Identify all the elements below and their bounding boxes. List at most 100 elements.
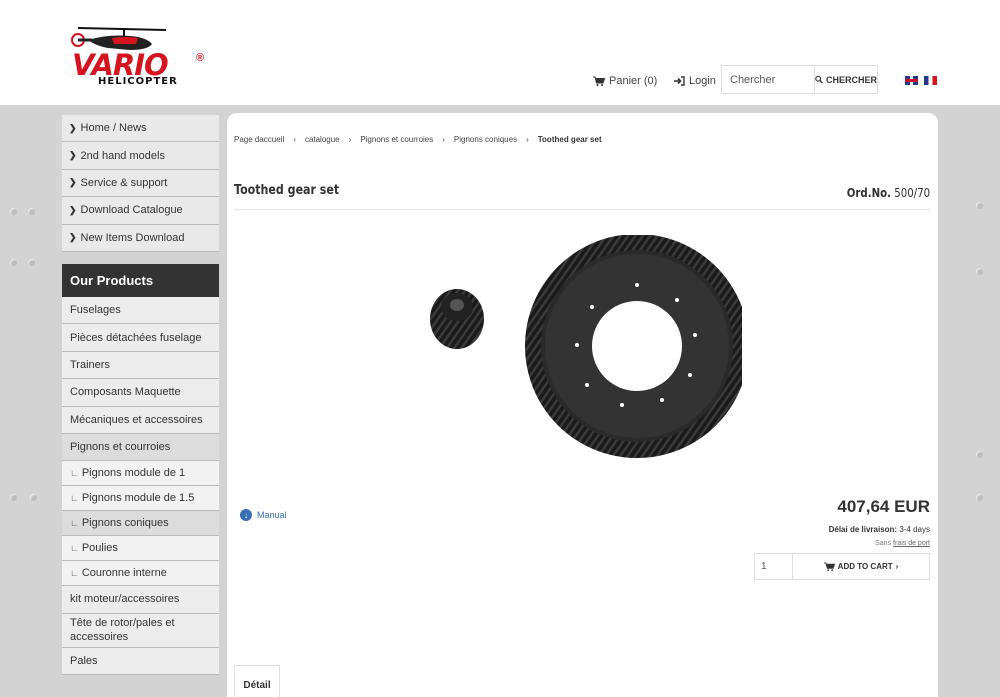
tree-branch-icon: ∟ [70,493,79,504]
category-label: Trainers [70,358,110,371]
cart-label: Panier (0) [609,75,658,87]
tree-branch-icon: ∟ [70,468,79,479]
rivet-decoration [30,494,37,501]
order-number: Ord.No. 500/70 [847,186,930,200]
subcategory-pignons-module-1-5[interactable]: ∟ Pignons module de 1.5 [62,486,219,512]
cart-link[interactable]: Panier (0) [593,75,657,87]
category-label: Mécaniques et accessoires [70,413,203,426]
breadcrumb: Page daccueil › catalogue › Pignons et cou… [234,135,602,144]
title-divider [234,209,930,210]
breadcrumb-pignons-courroies[interactable]: Pignons et courroies [360,135,433,144]
search-button[interactable]: CHERCHER [814,65,878,94]
rivet-decoration [976,268,983,275]
subcategory-pignons-coniques[interactable]: ∟ Pignons coniques [62,511,219,537]
category-label: Pales [70,654,98,667]
chevron-right-icon: ❯ [69,177,77,188]
manual-label: Manual [257,510,287,520]
product-price: 407,64 EUR [837,497,930,516]
breadcrumb-home[interactable]: Page daccueil [234,135,284,144]
delivery-time: Délai de livraison: 3-4 days [829,525,930,534]
subcategory-pignons-module-1[interactable]: ∟ Pignons module de 1 [62,461,219,487]
sidebar-item-label: Service & support [80,176,168,189]
sidebar-item-label: New Items Download [80,231,185,244]
rivet-decoration [976,451,983,458]
category-label: Composants Maquette [70,386,181,399]
category-kit-moteur[interactable]: kit moteur/accessoires [62,586,219,614]
logo-registered-mark: ® [196,52,205,64]
fr-flag-icon[interactable] [924,76,937,85]
cart-icon [593,76,605,86]
breadcrumb-catalogue[interactable]: catalogue [305,135,340,144]
chevron-right-icon: ❯ [69,122,77,133]
cart-icon [823,562,835,571]
chevron-right-icon: ❯ [69,204,77,215]
category-label: Tête de rotor/pales et accessoires [70,617,175,644]
rivet-decoration [976,202,983,209]
product-image-gear-set[interactable] [422,235,742,465]
sidebar-item-home-news[interactable]: ❯ Home / News [62,115,219,143]
tab-detail[interactable]: Détail [234,665,280,697]
sidebar-item-service-support[interactable]: ❯ Service & support [62,169,219,198]
rivet-decoration [10,494,17,501]
subcategory-label: Poulies [81,542,118,555]
category-pignons-courroies[interactable]: Pignons et courroies [62,433,219,462]
delivery-label: Délai de livraison: [828,525,898,534]
vario-logo[interactable]: VARIO ® HELICOPTER [68,22,218,90]
rivet-decoration [976,494,983,501]
breadcrumb-separator: › [348,135,352,144]
sidebar-item-label: Download Catalogue [80,204,183,217]
chevron-right-icon: ❯ [69,150,77,161]
login-label: Login [689,75,716,87]
breadcrumb-separator: › [293,135,296,144]
product-panel: Page daccueil › catalogue › Pignons et cou… [227,113,938,697]
sign-in-icon [674,76,685,86]
chevron-right-icon: › [895,562,899,571]
category-composants-maquette[interactable]: Composants Maquette [62,379,219,407]
product-title: Toothed gear set [234,183,340,198]
category-pieces-detachees-fuselage[interactable]: Pièces détachées fuselage [62,324,219,352]
search-input[interactable] [721,65,815,94]
delivery-value: 3-4 days [899,525,930,534]
rivet-decoration [28,208,35,215]
sidebar-item-2nd-hand-models[interactable]: ❯ 2nd hand models [62,142,219,170]
category-mecaniques-accessoires[interactable]: Mécaniques et accessoires [62,406,219,434]
site-header: VARIO ® HELICOPTER Panier (0) Login CHER… [0,0,1000,105]
subcategory-couronne-interne[interactable]: ∟ Couronne interne [62,561,219,587]
category-label: kit moteur/accessoires [70,593,180,606]
subcategory-poulies[interactable]: ∟ Poulies [62,536,219,562]
subcategory-label: Couronne interne [81,567,167,580]
sidebar: ❯ Home / News ❯ 2nd hand models ❯ Service &… [62,115,219,676]
breadcrumb-pignons-coniques[interactable]: Pignons coniques [454,135,517,144]
sidebar-item-label: Home / News [80,122,147,135]
sidebar-item-download-catalogue[interactable]: ❯ Download Catalogue [62,197,219,225]
subcategory-label: Pignons module de 1 [81,467,186,480]
shipping-prefix: Sans [875,540,892,547]
subcategory-label: Pignons module de 1.5 [81,492,195,505]
rivet-decoration [10,259,17,266]
logo-subtitle: HELICOPTER [98,76,178,87]
add-to-cart-button[interactable]: ADD TO CART › [792,553,930,580]
rivet-decoration [28,259,35,266]
sidebar-item-new-items-download[interactable]: ❯ New Items Download [62,224,219,252]
search-button-label: CHERCHER [825,74,877,85]
breadcrumb-separator: › [526,135,529,144]
quantity-input[interactable] [754,553,793,580]
en-flag-icon[interactable] [905,76,918,85]
shipping-costs-link[interactable]: frais de port [893,540,930,547]
tree-branch-icon: ∟ [70,568,79,579]
category-pales[interactable]: Pales [62,647,219,676]
search-icon [815,75,823,84]
category-trainers[interactable]: Trainers [62,351,219,380]
manual-download-link[interactable]: ↓ Manual [240,509,287,521]
chevron-right-icon: ❯ [69,232,77,243]
category-tete-de-rotor[interactable]: Tête de rotor/pales et accessoires [62,613,219,648]
sidebar-item-label: 2nd hand models [80,149,165,162]
download-icon: ↓ [240,509,252,521]
category-fuselages[interactable]: Fuselages [62,296,219,325]
order-number-value: 500/70 [894,186,930,200]
category-label: Pièces détachées fuselage [70,331,202,344]
login-link[interactable]: Login [674,75,716,87]
category-label: Pignons et courroies [70,441,171,454]
breadcrumb-separator: › [442,135,445,144]
category-label: Fuselages [70,304,121,317]
